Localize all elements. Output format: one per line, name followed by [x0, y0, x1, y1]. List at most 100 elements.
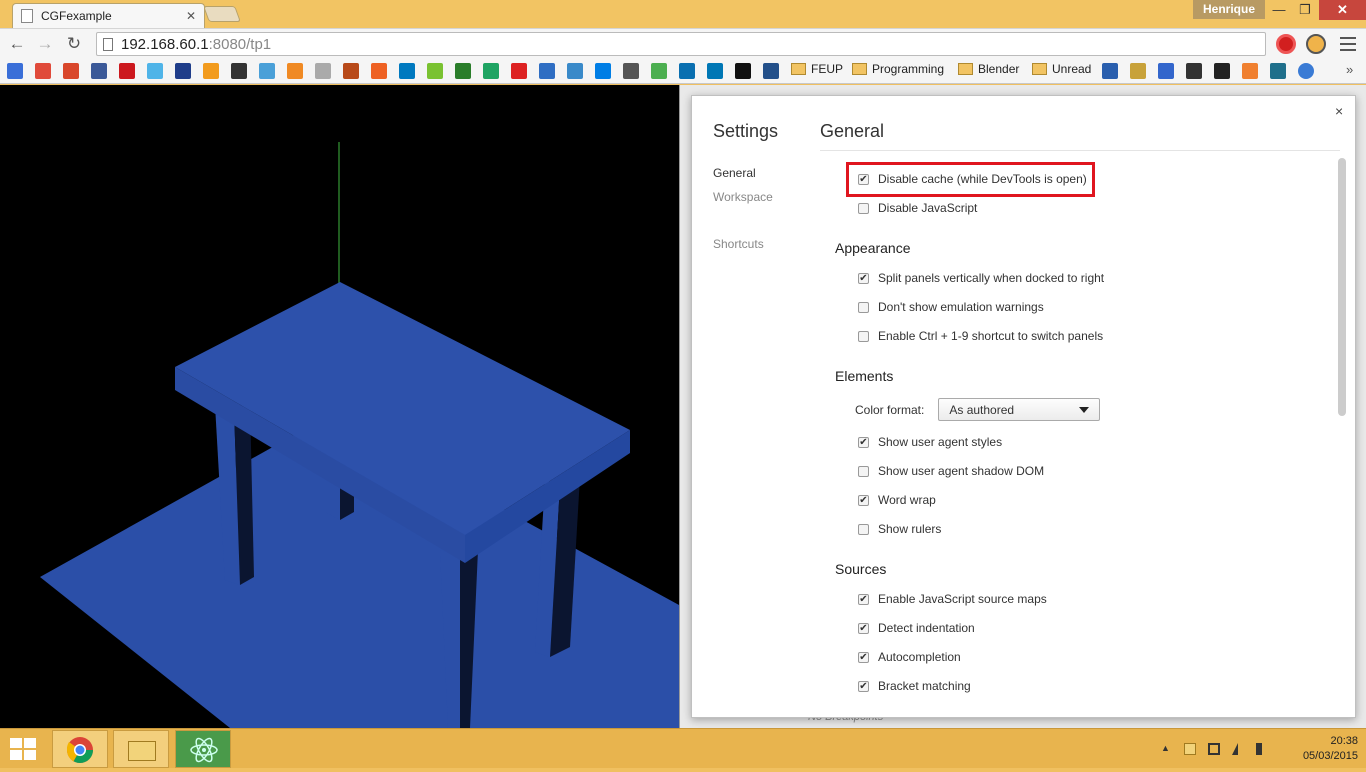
bookmark-folder[interactable]: Programming — [852, 62, 944, 76]
volume-icon[interactable] — [1256, 743, 1262, 755]
close-window-button[interactable]: ✕ — [1319, 0, 1366, 20]
browser-tab[interactable]: CGFexample ✕ — [12, 3, 205, 28]
option-disable-cache[interactable]: ✔ Disable cache (while DevTools is open) — [858, 172, 1087, 186]
taskbar-file-explorer[interactable] — [113, 730, 169, 768]
color-format-select[interactable]: As authored — [938, 398, 1101, 421]
bookmark-robot-icon[interactable] — [1186, 63, 1202, 79]
nav-workspace[interactable]: Workspace — [713, 190, 773, 204]
play-icon[interactable] — [259, 63, 275, 79]
nav-shortcuts[interactable]: Shortcuts — [713, 237, 764, 251]
bookmark-shield-icon[interactable] — [763, 63, 779, 79]
bookmark-bars-icon[interactable] — [735, 63, 751, 79]
bookmark-swirl-icon[interactable] — [679, 63, 695, 79]
chrome-menu-icon[interactable] — [1340, 37, 1356, 51]
bookmarks-overflow-button[interactable]: » — [1346, 62, 1353, 77]
color-format-row: Color format: As authored — [855, 398, 1101, 421]
github-icon[interactable] — [231, 63, 247, 79]
taskbar-chrome[interactable] — [52, 730, 108, 768]
new-tab-button[interactable] — [203, 6, 241, 22]
bitly-icon[interactable] — [371, 63, 387, 79]
nav-general[interactable]: General — [713, 166, 756, 180]
bookmark-folder[interactable]: Blender — [958, 62, 1019, 76]
settings-scrollbar[interactable] — [1337, 158, 1347, 710]
cube-icon[interactable] — [651, 63, 667, 79]
option-word-wrap[interactable]: ✔ Word wrap — [858, 493, 936, 507]
checkbox[interactable] — [858, 301, 869, 313]
battery-icon[interactable] — [1208, 743, 1220, 755]
option-autocompletion[interactable]: ✔ Autocompletion — [858, 650, 961, 664]
checkbox[interactable]: ✔ — [858, 680, 869, 692]
linkedin-icon[interactable] — [707, 63, 723, 79]
bookmark-folder[interactable]: FEUP — [791, 62, 843, 76]
checkbox[interactable]: ✔ — [858, 494, 869, 506]
option-disable-javascript[interactable]: Disable JavaScript — [858, 201, 977, 215]
option-emulation-warnings[interactable]: Don't show emulation warnings — [858, 300, 1044, 314]
option-ctrl-shortcut[interactable]: Enable Ctrl + 1-9 shortcut to switch pan… — [858, 329, 1103, 343]
bookmark-b-icon[interactable] — [539, 63, 555, 79]
mega-icon[interactable] — [511, 63, 527, 79]
option-bracket-matching[interactable]: ✔ Bracket matching — [858, 679, 971, 693]
scrollbar-thumb[interactable] — [1338, 158, 1346, 416]
tab-close-icon[interactable]: ✕ — [186, 9, 196, 23]
play-store-icon[interactable] — [147, 63, 163, 79]
qr-icon[interactable] — [623, 63, 639, 79]
bookmark-badge-icon[interactable] — [1130, 63, 1146, 79]
bookmark-cube-icon[interactable] — [1158, 63, 1174, 79]
option-user-agent-styles[interactable]: ✔ Show user agent styles — [858, 435, 1002, 449]
checkbox[interactable]: ✔ — [858, 593, 869, 605]
bookmark-folder[interactable]: Unread — [1032, 62, 1091, 76]
reload-button[interactable]: ↻ — [63, 33, 85, 55]
minimize-button[interactable]: — — [1266, 0, 1292, 20]
grid-icon[interactable] — [315, 63, 331, 79]
close-settings-icon[interactable]: × — [1335, 103, 1343, 119]
network-icon[interactable] — [1232, 743, 1238, 755]
checkbox[interactable]: ✔ — [858, 173, 869, 185]
bookmark-film-icon[interactable] — [1214, 63, 1230, 79]
bookmark-c-icon[interactable] — [1270, 63, 1286, 79]
address-bar[interactable]: 192.168.60.1 :8080/tp1 — [96, 32, 1266, 56]
option-detect-indentation[interactable]: ✔ Detect indentation — [858, 621, 975, 635]
bookmark-dark-green-icon[interactable] — [455, 63, 471, 79]
drive-icon[interactable] — [483, 63, 499, 79]
system-clock[interactable]: 20:38 05/03/2015 — [1298, 734, 1358, 764]
maximize-button[interactable]: ❐ — [1292, 0, 1318, 20]
windows-start-icon[interactable] — [10, 738, 38, 760]
forward-button[interactable]: → — [34, 33, 56, 55]
tray-overflow-icon[interactable]: ▲ — [1161, 743, 1173, 755]
back-button[interactable]: ← — [6, 33, 28, 55]
checkbox[interactable] — [858, 330, 869, 342]
checkbox[interactable]: ✔ — [858, 651, 869, 663]
google-plus-icon[interactable] — [63, 63, 79, 79]
extension-avatar-icon[interactable] — [1306, 34, 1326, 54]
facebook-icon[interactable] — [91, 63, 107, 79]
checkbox[interactable]: ✔ — [858, 272, 869, 284]
stackoverflow-icon[interactable] — [287, 63, 303, 79]
action-center-icon[interactable] — [1184, 743, 1196, 755]
trello-icon[interactable] — [399, 63, 415, 79]
bookmark-bird-icon[interactable] — [567, 63, 583, 79]
taskbar-atom[interactable] — [175, 730, 231, 768]
bookmark-globe-icon[interactable] — [1298, 63, 1314, 79]
dropbox-icon[interactable] — [595, 63, 611, 79]
webgl-canvas[interactable] — [0, 85, 679, 728]
xda-icon[interactable] — [1242, 63, 1258, 79]
bookmark-pb-icon[interactable] — [1102, 63, 1118, 79]
checkbox[interactable]: ✔ — [858, 622, 869, 634]
option-shadow-dom[interactable]: Show user agent shadow DOM — [858, 464, 1044, 478]
bookmark-green-icon[interactable] — [427, 63, 443, 79]
option-source-maps[interactable]: ✔ Enable JavaScript source maps — [858, 592, 1047, 606]
paypal-icon[interactable] — [175, 63, 191, 79]
bookmark-icon[interactable] — [7, 63, 23, 79]
checkbox[interactable] — [858, 523, 869, 535]
checkbox[interactable]: ✔ — [858, 436, 869, 448]
extension-power-icon[interactable] — [1276, 34, 1296, 54]
checkbox[interactable] — [858, 465, 869, 477]
gmail-icon[interactable] — [35, 63, 51, 79]
option-show-rulers[interactable]: Show rulers — [858, 522, 941, 536]
option-split-panels[interactable]: ✔ Split panels vertically when docked to … — [858, 271, 1104, 285]
profile-name[interactable]: Henrique — [1193, 0, 1266, 19]
bookmark-d-icon[interactable] — [203, 63, 219, 79]
youtube-icon[interactable] — [119, 63, 135, 79]
bookmark-circle-icon[interactable] — [343, 63, 359, 79]
checkbox[interactable] — [858, 202, 869, 214]
